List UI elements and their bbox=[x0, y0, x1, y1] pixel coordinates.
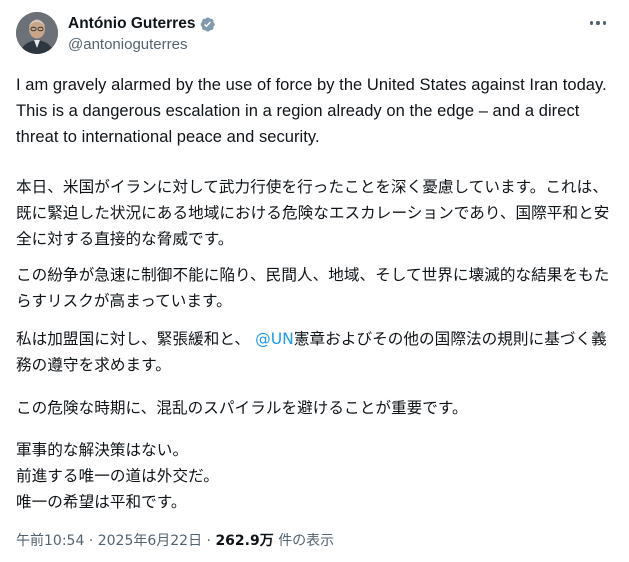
tweet-text-jp-paragraph-5: 軍事的な解決策はない。 前進する唯一の道は外交だ。 唯一の希望は平和です。 bbox=[16, 437, 611, 515]
tweet-date[interactable]: 2025年6月22日 bbox=[98, 533, 202, 549]
author-display-name[interactable]: António Guterres bbox=[68, 15, 195, 33]
tweet-text-english: I am gravely alarmed by the use of force… bbox=[16, 76, 607, 146]
views-label: 件の表示 bbox=[278, 533, 335, 549]
author-names: António Guterres @antonioguterres bbox=[68, 14, 216, 53]
jp-paragraph-3-before: 私は加盟国に対し、緊張緩和と、 bbox=[16, 330, 251, 348]
tweet-text-jp-paragraph-3: 私は加盟国に対し、緊張緩和と、 @UN憲章およびその他の国際法の規則に基づく義務… bbox=[16, 326, 611, 378]
tweet-header: António Guterres @antonioguterres bbox=[16, 12, 613, 58]
tweet-time[interactable]: 午前10:54 bbox=[16, 533, 84, 549]
jp-paragraph-5-line: 前進する唯一の道は外交だ。 bbox=[16, 467, 219, 485]
meta-separator: · bbox=[88, 533, 94, 549]
tweet-text-jp-paragraph-1: 本日、米国がイランに対して武力行使を行ったことを深く憂慮しています。これは、既に… bbox=[16, 178, 610, 248]
mention-link-un[interactable]: @UN bbox=[255, 330, 294, 348]
tweet: António Guterres @antonioguterres I am g… bbox=[0, 0, 629, 562]
tweet-text-jp-paragraph-4: この危険な時期に、混乱のスパイラルを避けることが重要です。 bbox=[16, 399, 468, 417]
jp-paragraph-5-line: 軍事的な解決策はない。 bbox=[16, 441, 189, 459]
author-handle[interactable]: @antonioguterres bbox=[68, 36, 216, 53]
tweet-text-jp-paragraph-2: この紛争が急速に制御不能に陥り、民間人、地域、そして世界に壊滅的な結果をもたらす… bbox=[16, 266, 610, 310]
views-count: 262.9万 bbox=[215, 533, 274, 549]
jp-paragraph-5-line: 唯一の希望は平和です。 bbox=[16, 493, 187, 511]
meta-separator: · bbox=[206, 533, 211, 549]
more-options-icon[interactable] bbox=[585, 12, 611, 34]
verified-badge-icon[interactable] bbox=[199, 16, 216, 33]
tweet-meta: 午前10:54 · 2025年6月22日 · 262.9万 件の表示 bbox=[16, 530, 334, 550]
avatar[interactable] bbox=[16, 12, 58, 54]
